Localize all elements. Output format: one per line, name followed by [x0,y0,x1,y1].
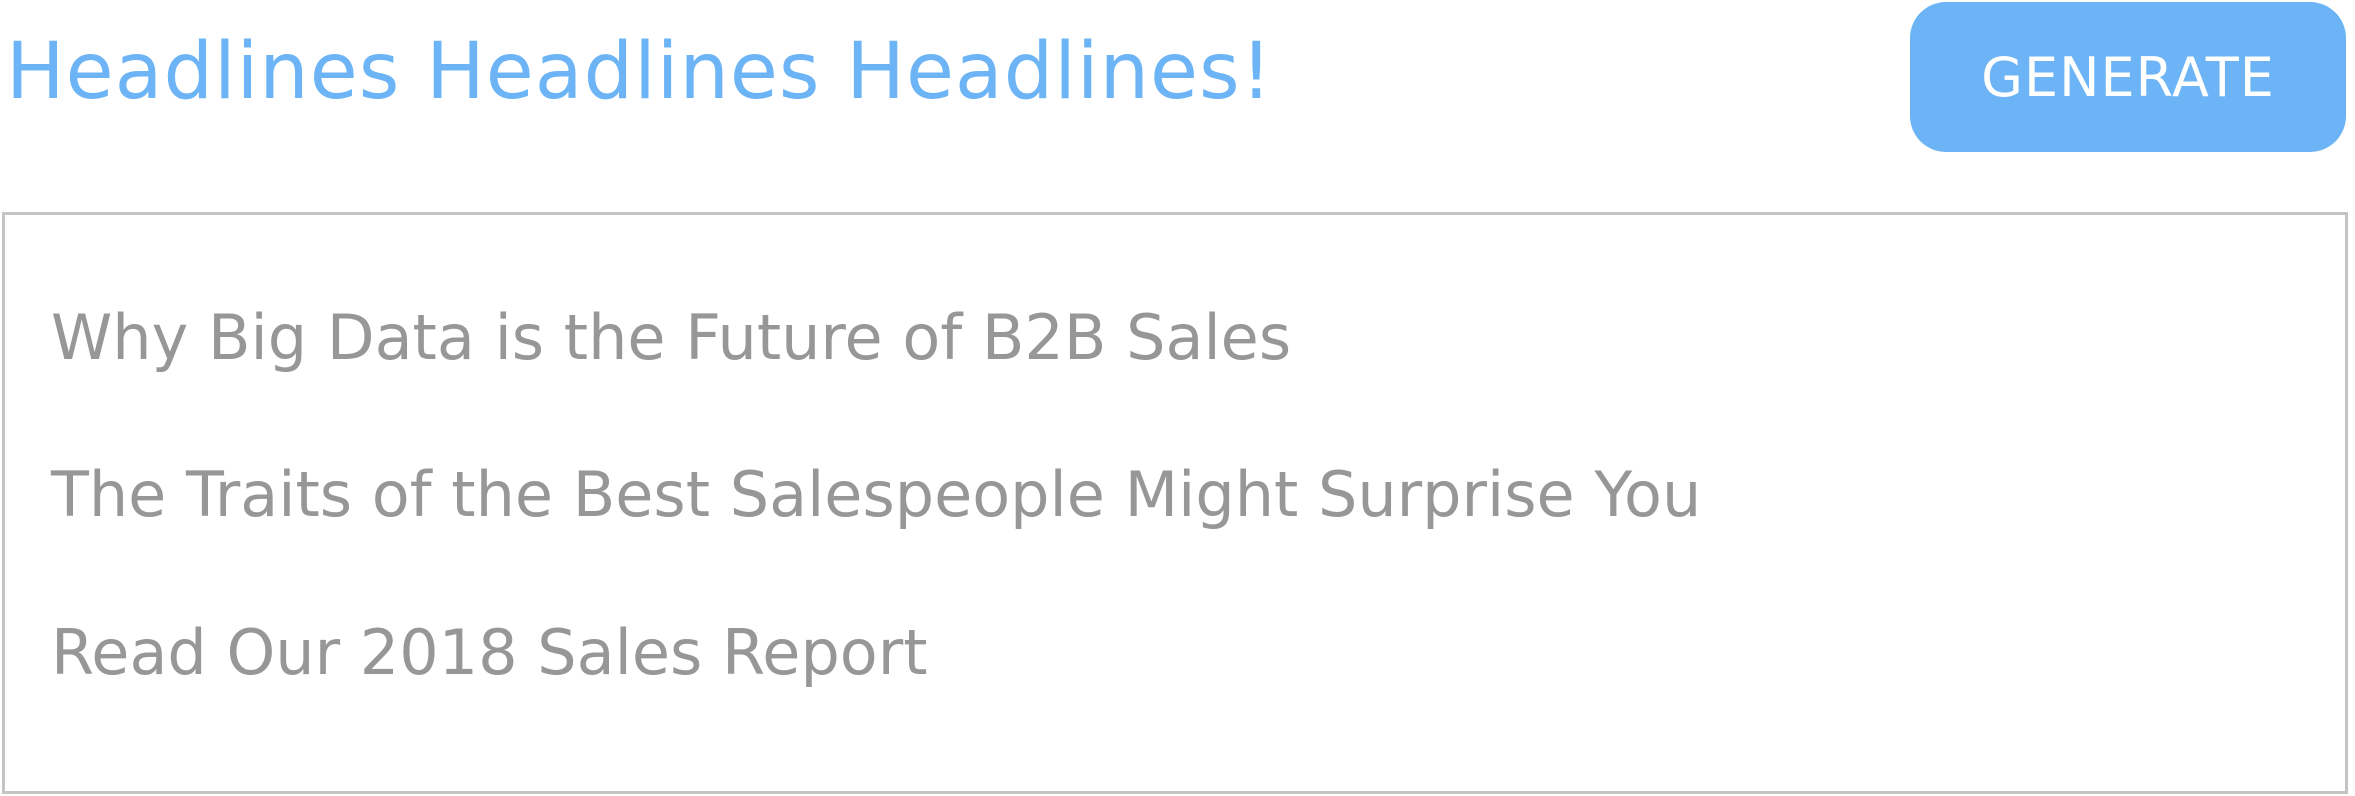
headline-item: Read Our 2018 Sales Report [51,616,928,689]
generate-button[interactable]: GENERATE [1910,2,2346,152]
headline-item: The Traits of the Best Salespeople Might… [51,458,1702,531]
page-title: Headlines Headlines Headlines! [6,27,1273,117]
headline-item: Why Big Data is the Future of B2B Sales [51,301,1292,374]
headlines-results-panel: Why Big Data is the Future of B2B Sales … [2,212,2348,794]
